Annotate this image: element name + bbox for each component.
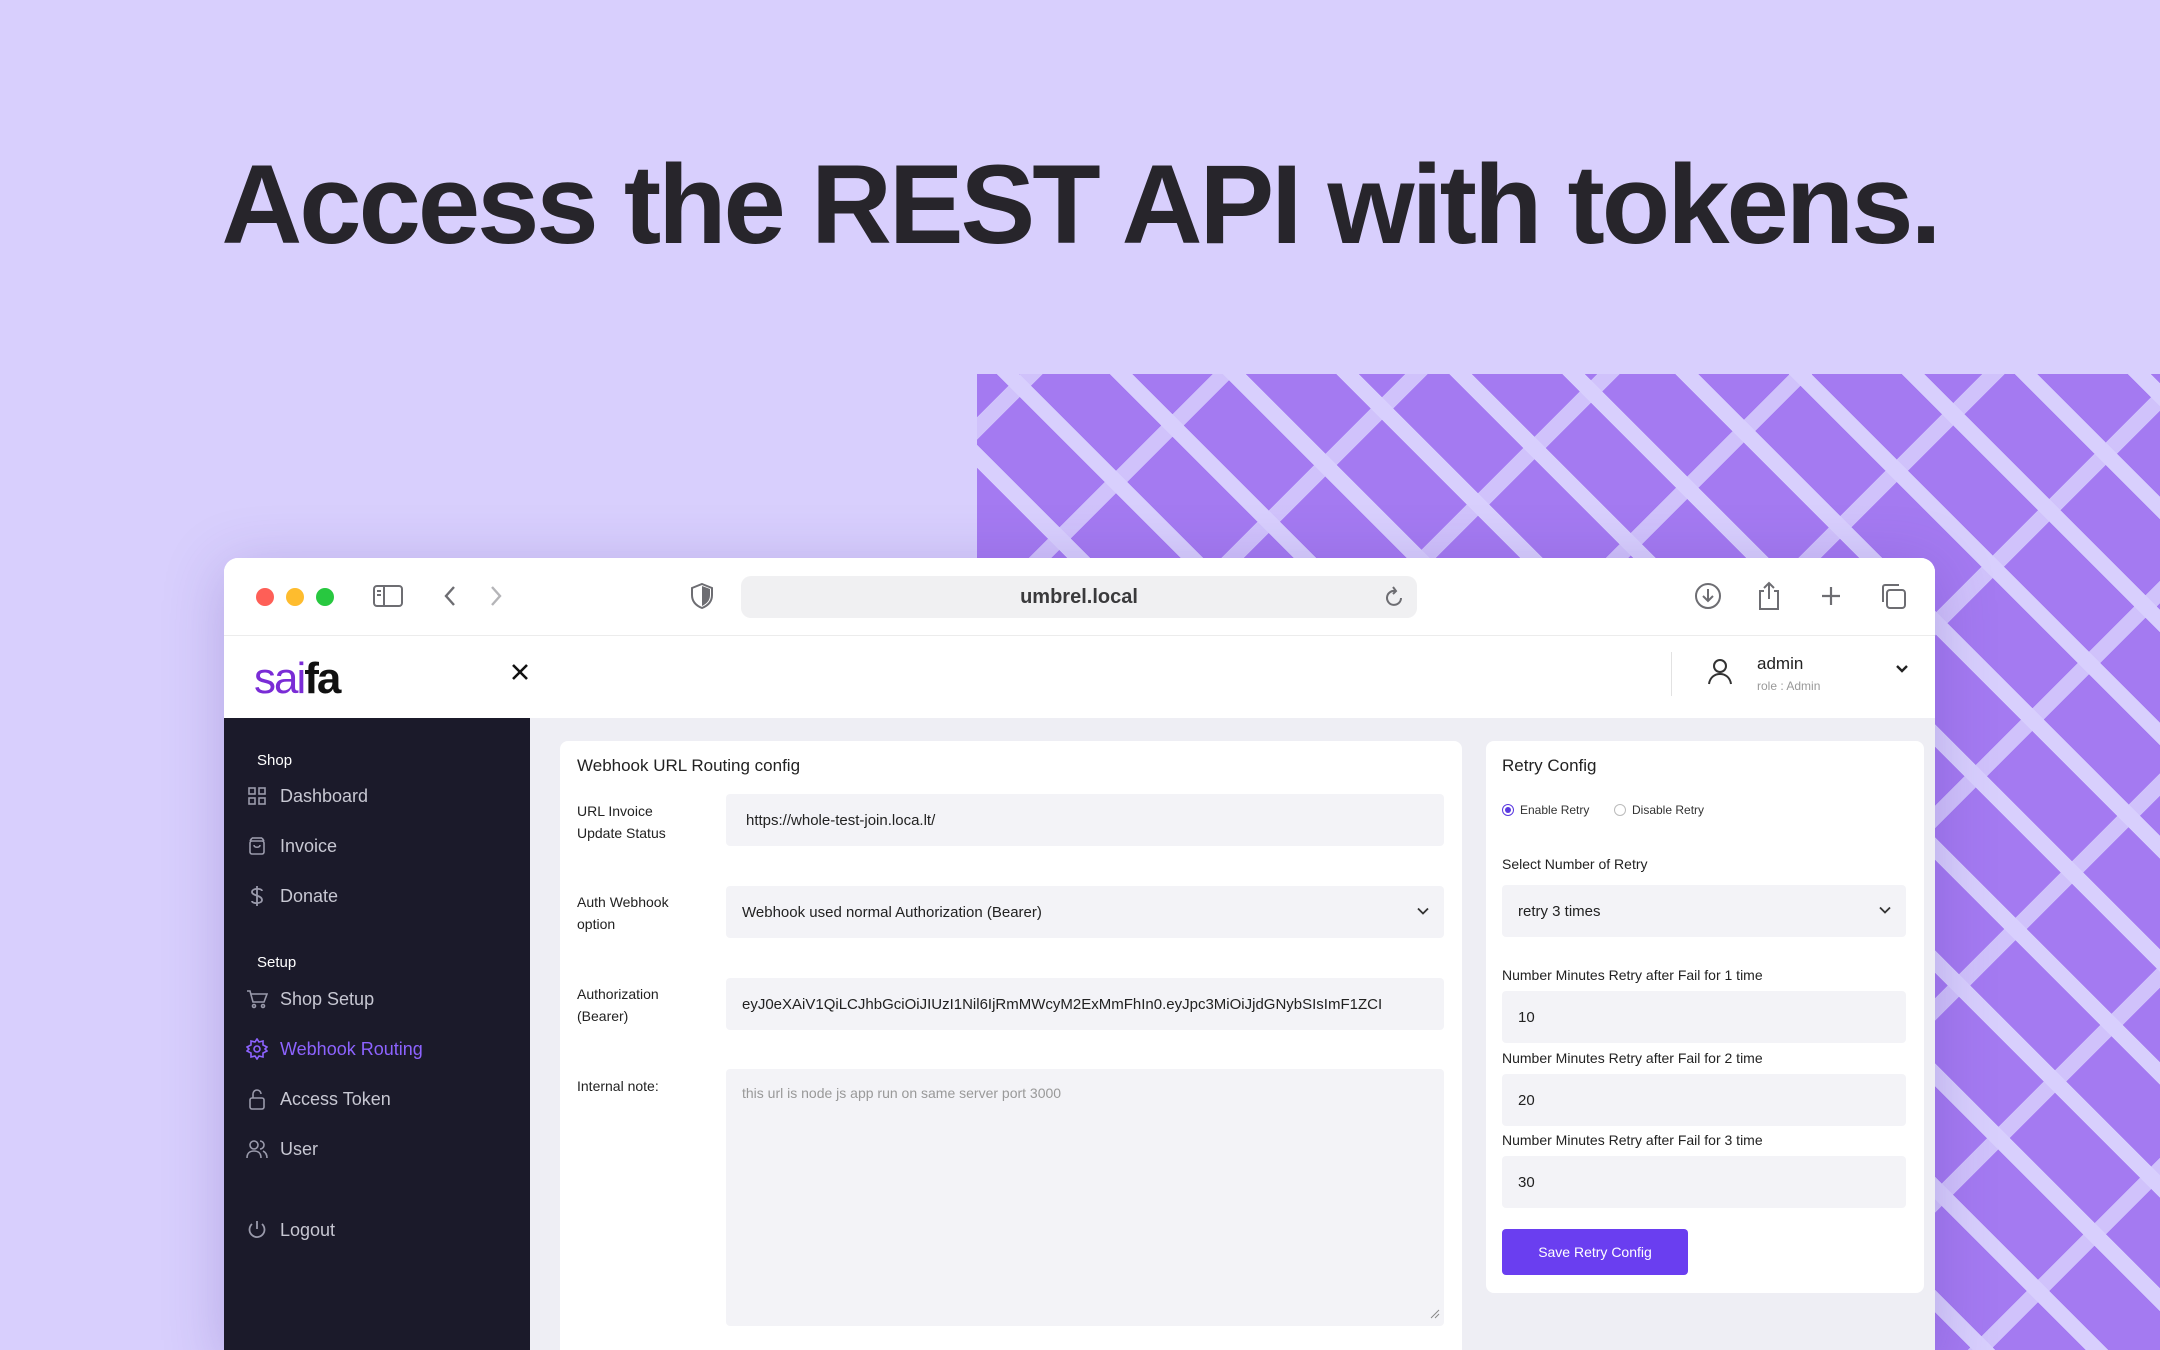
tabs-overview-icon[interactable] <box>1875 578 1911 614</box>
reload-icon[interactable] <box>1385 586 1405 614</box>
close-icon[interactable] <box>506 658 534 686</box>
cart-icon <box>246 988 268 1010</box>
maximize-window-button[interactable] <box>316 588 334 606</box>
sidebar-item-webhook-routing[interactable]: Webhook Routing <box>246 1034 423 1064</box>
address-bar[interactable]: umbrel.local <box>741 576 1417 618</box>
sidebar-item-dashboard[interactable]: Dashboard <box>246 781 368 811</box>
user-role: role : Admin <box>1757 679 1821 693</box>
back-icon[interactable] <box>432 578 468 614</box>
sidebar-item-label: Webhook Routing <box>280 1038 423 1059</box>
disable-retry-option[interactable]: Disable Retry <box>1614 803 1704 817</box>
retry-card-title: Retry Config <box>1502 756 1597 775</box>
sidebar-item-label: Access Token <box>280 1088 391 1109</box>
enable-retry-option[interactable]: Enable Retry <box>1502 803 1589 817</box>
retry-3-label: Number Minutes Retry after Fail for 3 ti… <box>1502 1132 1763 1148</box>
internal-note-textarea[interactable]: this url is node js app run on same serv… <box>726 1069 1444 1326</box>
sidebar-item-label: Donate <box>280 885 339 906</box>
save-retry-config-button[interactable]: Save Retry Config <box>1502 1229 1688 1275</box>
forward-icon[interactable] <box>478 578 514 614</box>
sidebar-toggle-icon[interactable] <box>370 578 406 614</box>
share-icon[interactable] <box>1751 578 1787 614</box>
grid-icon <box>246 785 268 807</box>
dollar-icon <box>246 885 268 907</box>
gear-icon <box>246 1038 268 1060</box>
sidebar-item-invoice[interactable]: Invoice <box>246 831 337 861</box>
sidebar-item-label: Invoice <box>280 835 338 856</box>
lock-icon <box>246 1088 268 1110</box>
sidebar-item-label: Logout <box>280 1219 336 1240</box>
headline: Access the REST API with tokens. <box>221 142 1941 267</box>
user-name[interactable]: admin <box>1757 654 1803 674</box>
retry-2-input[interactable]: 20 <box>1502 1074 1906 1126</box>
sidebar-item-donate[interactable]: Donate <box>246 881 338 911</box>
close-window-button[interactable] <box>256 588 274 606</box>
authorization-token-input[interactable]: eyJ0eXAiV1QiLCJhbGciOiJIUzI1Nil6IjRmMWcy… <box>726 978 1444 1030</box>
retry-2-label: Number Minutes Retry after Fail for 2 ti… <box>1502 1050 1763 1066</box>
resize-handle-icon[interactable] <box>1430 1306 1440 1322</box>
webhook-card-title: Webhook URL Routing config <box>577 756 801 775</box>
retry-config-card: Retry Config Enable Retry Disable Retry … <box>1486 741 1924 1293</box>
sidebar-item-access-token[interactable]: Access Token <box>246 1084 391 1114</box>
sidebar-section-shop: Shop <box>257 752 293 769</box>
chevron-down-icon <box>1416 904 1430 921</box>
shield-icon[interactable] <box>684 578 720 614</box>
retry-1-label: Number Minutes Retry after Fail for 1 ti… <box>1502 967 1763 983</box>
authorization-label: Authorization (Bearer) <box>577 986 659 1024</box>
internal-note-placeholder: this url is node js app run on same serv… <box>742 1085 1062 1101</box>
enable-retry-label: Enable Retry <box>1520 803 1590 817</box>
new-tab-icon[interactable] <box>1813 578 1849 614</box>
browser-window: umbrel.local saifa admin role : Admin Sh… <box>224 558 1935 1350</box>
url-invoice-label: URL Invoice Update Status <box>577 803 666 841</box>
header-divider <box>1671 652 1672 696</box>
auth-webhook-select[interactable]: Webhook used normal Authorization (Beare… <box>726 886 1444 938</box>
user-icon[interactable] <box>1707 658 1733 691</box>
auth-webhook-value: Webhook used normal Authorization (Beare… <box>742 903 1042 921</box>
internal-note-label: Internal note: <box>577 1078 659 1094</box>
app-logo[interactable]: saifa <box>254 654 341 704</box>
chevron-down-icon[interactable] <box>1894 662 1910 680</box>
sidebar-item-label: Dashboard <box>280 785 369 806</box>
retry-count-select[interactable]: retry 3 times <box>1502 885 1906 937</box>
sidebar-item-label: User <box>280 1138 319 1159</box>
power-icon <box>246 1219 268 1241</box>
auth-webhook-label: Auth Webhook option <box>577 894 669 932</box>
retry-1-input[interactable]: 10 <box>1502 991 1906 1043</box>
sidebar-item-label: Shop Setup <box>280 988 375 1009</box>
minimize-window-button[interactable] <box>286 588 304 606</box>
browser-toolbar: umbrel.local <box>224 558 1935 636</box>
app-header: saifa admin role : Admin <box>224 636 1935 718</box>
bag-icon <box>246 835 268 857</box>
disable-retry-radio[interactable] <box>1614 804 1626 816</box>
webhook-config-card: Webhook URL Routing config URL Invoice U… <box>560 741 1462 1350</box>
chevron-down-icon <box>1878 903 1892 920</box>
address-bar-url: umbrel.local <box>1020 585 1138 608</box>
retry-3-input[interactable]: 30 <box>1502 1156 1906 1208</box>
sidebar-item-logout[interactable]: Logout <box>246 1215 335 1245</box>
sidebar: Shop Dashboard Invoice Donate Setup Shop… <box>224 718 530 1350</box>
retry-count-value: retry 3 times <box>1518 902 1601 920</box>
url-invoice-input[interactable]: https://whole-test-join.loca.lt/ <box>726 794 1444 846</box>
download-icon[interactable] <box>1690 578 1726 614</box>
sidebar-section-setup: Setup <box>257 954 297 971</box>
sidebar-item-shop-setup[interactable]: Shop Setup <box>246 984 374 1014</box>
users-icon <box>246 1138 268 1160</box>
disable-retry-label: Disable Retry <box>1632 803 1705 817</box>
enable-retry-radio[interactable] <box>1502 804 1514 816</box>
retry-count-label: Select Number of Retry <box>1502 856 1648 872</box>
main-content: Webhook URL Routing config URL Invoice U… <box>530 718 1935 1350</box>
sidebar-item-user[interactable]: User <box>246 1134 318 1164</box>
